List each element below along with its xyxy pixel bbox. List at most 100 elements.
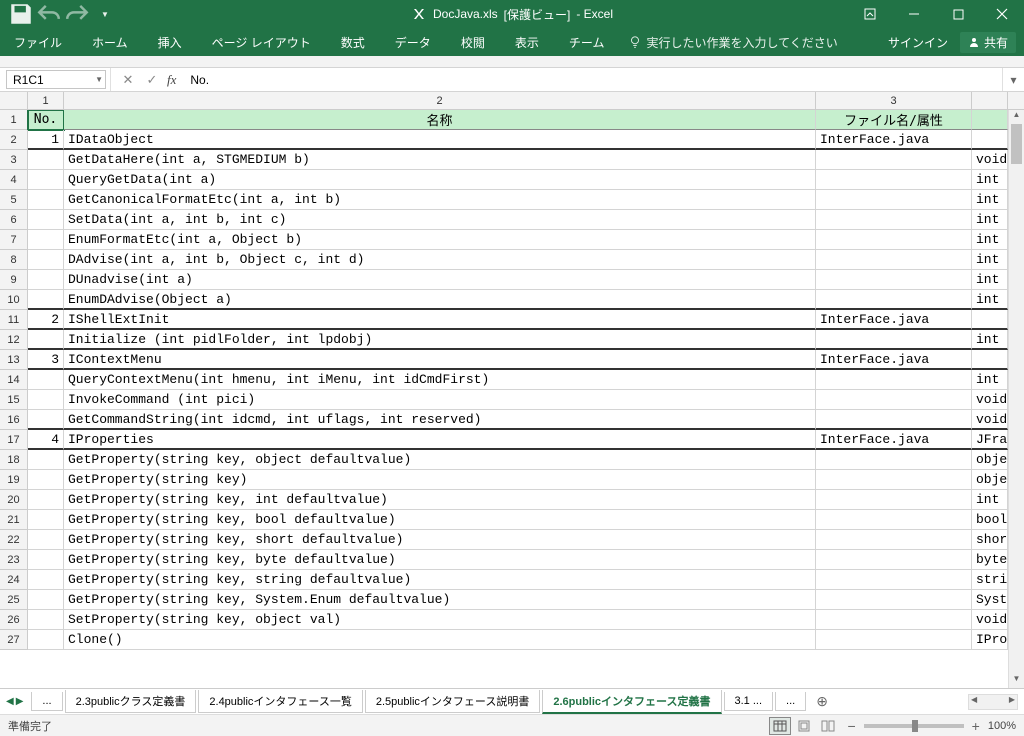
cell-no[interactable] [28, 470, 64, 490]
row-header[interactable]: 1 [0, 110, 28, 130]
cell-file[interactable] [816, 270, 972, 290]
row-header[interactable]: 12 [0, 330, 28, 350]
cell-no[interactable] [28, 510, 64, 530]
cell-file[interactable]: InterFace.java [816, 350, 972, 370]
cell-name[interactable]: DAdvise(int a, int b, Object c, int d) [64, 250, 816, 270]
vertical-scrollbar[interactable]: ▲ ▼ [1008, 110, 1024, 688]
sheet-tab-overflow-left[interactable]: ... [31, 692, 62, 711]
cell-file[interactable] [816, 530, 972, 550]
row-header[interactable]: 13 [0, 350, 28, 370]
cell-no[interactable] [28, 590, 64, 610]
row-header[interactable]: 7 [0, 230, 28, 250]
row-header[interactable]: 19 [0, 470, 28, 490]
cell-file[interactable] [816, 610, 972, 630]
cell-file[interactable] [816, 550, 972, 570]
cell-no[interactable] [28, 330, 64, 350]
cell-no[interactable] [28, 190, 64, 210]
maximize-icon[interactable] [936, 0, 980, 28]
row-header[interactable]: 17 [0, 430, 28, 450]
cell-ret[interactable]: JFra [972, 430, 1008, 450]
cell-file[interactable] [816, 630, 972, 650]
cell-file[interactable]: InterFace.java [816, 430, 972, 450]
view-normal-icon[interactable] [769, 717, 791, 735]
cell-name[interactable]: GetProperty(string key, byte defaultvalu… [64, 550, 816, 570]
cell-name[interactable]: SetData(int a, int b, int c) [64, 210, 816, 230]
cell-no[interactable] [28, 530, 64, 550]
cell-file[interactable] [816, 330, 972, 350]
cell-name[interactable]: IDataObject [64, 130, 816, 150]
cell-name[interactable]: Clone() [64, 630, 816, 650]
cell-name[interactable]: IProperties [64, 430, 816, 450]
zoom-out-icon[interactable]: − [847, 718, 855, 734]
sheet-tab-2-4[interactable]: 2.4publicインタフェース一覧 [198, 690, 362, 713]
enter-formula-icon[interactable]: ✓ [143, 72, 161, 88]
zoom-slider[interactable] [864, 724, 964, 728]
ribbon-options-icon[interactable] [848, 0, 892, 28]
tab-data[interactable]: データ [389, 30, 437, 55]
row-header[interactable]: 2 [0, 130, 28, 150]
cell-name[interactable]: GetProperty(string key, System.Enum defa… [64, 590, 816, 610]
cell-name[interactable]: GetDataHere(int a, STGMEDIUM b) [64, 150, 816, 170]
row-header[interactable]: 5 [0, 190, 28, 210]
cell-name[interactable]: QueryGetData(int a) [64, 170, 816, 190]
tab-team[interactable]: チーム [563, 30, 611, 55]
cell-no[interactable]: 1 [28, 130, 64, 150]
cell-name[interactable]: GetProperty(string key, int defaultvalue… [64, 490, 816, 510]
header-cell-name[interactable]: 名称 [64, 110, 816, 130]
cell-name[interactable]: GetCanonicalFormatEtc(int a, int b) [64, 190, 816, 210]
row-header[interactable]: 20 [0, 490, 28, 510]
cell-ret[interactable]: int [972, 370, 1008, 390]
cell-no[interactable] [28, 170, 64, 190]
cell-no[interactable] [28, 410, 64, 430]
name-box[interactable]: R1C1▼ [6, 70, 106, 89]
header-cell-file[interactable]: ファイル名/属性 [816, 110, 972, 130]
cell-no[interactable]: 4 [28, 430, 64, 450]
row-header[interactable]: 16 [0, 410, 28, 430]
cell-no[interactable] [28, 250, 64, 270]
cell-name[interactable]: QueryContextMenu(int hmenu, int iMenu, i… [64, 370, 816, 390]
row-header[interactable]: 6 [0, 210, 28, 230]
row-header[interactable]: 8 [0, 250, 28, 270]
cell-no[interactable] [28, 210, 64, 230]
cell-ret[interactable]: int [972, 330, 1008, 350]
zoom-in-icon[interactable]: + [972, 718, 980, 734]
row-header[interactable]: 4 [0, 170, 28, 190]
sheet-tab-3-1[interactable]: 3.1 ... [724, 692, 774, 711]
cell-name[interactable]: GetProperty(string key, bool defaultvalu… [64, 510, 816, 530]
tab-file[interactable]: ファイル [8, 30, 68, 55]
zoom-level[interactable]: 100% [988, 720, 1016, 732]
cell-name[interactable]: Initialize (int pidlFolder, int lpdobj) [64, 330, 816, 350]
chevron-down-icon[interactable]: ▼ [95, 75, 103, 84]
sheet-tab-2-5[interactable]: 2.5publicインタフェース説明書 [365, 690, 540, 713]
share-button[interactable]: 共有 [960, 32, 1016, 53]
fx-icon[interactable]: fx [167, 72, 176, 88]
col-header[interactable]: 3 [816, 92, 972, 109]
row-header[interactable]: 25 [0, 590, 28, 610]
cell-no[interactable] [28, 610, 64, 630]
save-icon[interactable] [8, 2, 34, 26]
cell-ret[interactable]: int [972, 230, 1008, 250]
header-cell-no[interactable]: No. [28, 110, 64, 130]
row-header[interactable]: 21 [0, 510, 28, 530]
formula-input[interactable] [184, 68, 1002, 91]
cell-ret[interactable]: int [972, 250, 1008, 270]
sheet-tab-2-3[interactable]: 2.3publicクラス定義書 [65, 690, 197, 713]
cell-no[interactable] [28, 230, 64, 250]
cell-file[interactable]: InterFace.java [816, 310, 972, 330]
cell-ret[interactable]: Syst [972, 590, 1008, 610]
tab-review[interactable]: 校閲 [455, 30, 491, 55]
cell-no[interactable] [28, 570, 64, 590]
cell-file[interactable] [816, 370, 972, 390]
cell-file[interactable]: InterFace.java [816, 130, 972, 150]
cell-ret[interactable] [972, 130, 1008, 150]
cell-name[interactable]: SetProperty(string key, object val) [64, 610, 816, 630]
cell-ret[interactable]: void [972, 410, 1008, 430]
cell-ret[interactable]: int [972, 290, 1008, 310]
cell-file[interactable] [816, 190, 972, 210]
horizontal-scrollbar[interactable]: ◀▶ [968, 694, 1018, 710]
cell-ret[interactable]: int [972, 270, 1008, 290]
new-sheet-icon[interactable]: ⊕ [808, 693, 836, 710]
tab-insert[interactable]: 挿入 [152, 30, 188, 55]
cell-ret[interactable]: void [972, 610, 1008, 630]
cell-no[interactable] [28, 390, 64, 410]
